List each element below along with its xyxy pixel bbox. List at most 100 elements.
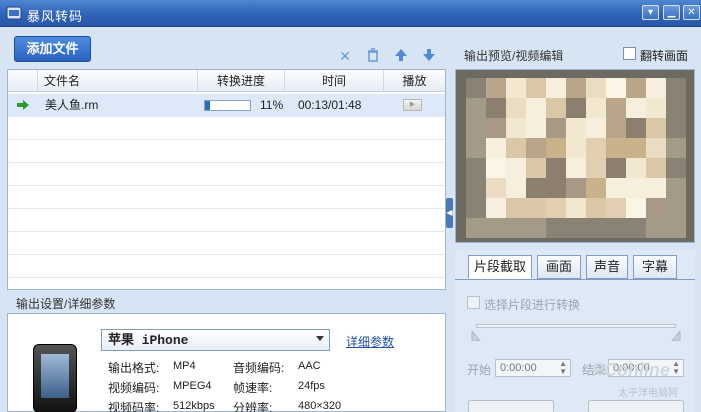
move-down-button[interactable] bbox=[421, 48, 437, 64]
detail-params-link[interactable]: 详细参数 bbox=[346, 333, 394, 350]
app-icon bbox=[6, 6, 22, 20]
param-label: 帧速率: bbox=[233, 381, 273, 395]
mosaic-tile bbox=[506, 178, 526, 198]
mosaic-tile bbox=[486, 218, 506, 238]
mosaic-tile bbox=[486, 138, 506, 158]
mosaic-tile bbox=[566, 98, 586, 118]
row-progress-label: 11% bbox=[260, 98, 284, 112]
output-settings-panel: 苹果 iPhone 详细参数 输出格式: MP4 音频编码: AAC 视频编码:… bbox=[7, 313, 446, 412]
mosaic-tile bbox=[506, 98, 526, 118]
row-progress-bar bbox=[204, 100, 251, 111]
mosaic-tile bbox=[466, 178, 486, 198]
param-value: 24fps bbox=[298, 380, 325, 392]
mosaic-tile bbox=[606, 198, 626, 218]
param-label: 视频编码: bbox=[108, 381, 160, 395]
empty-row bbox=[8, 209, 445, 232]
mosaic-tile bbox=[606, 178, 626, 198]
mosaic-tile bbox=[566, 138, 586, 158]
spinner-icon: ▲ ▼ bbox=[672, 359, 680, 376]
slider-left-handle[interactable] bbox=[471, 331, 481, 341]
mosaic-tile bbox=[666, 118, 686, 138]
close-icon: ✕ bbox=[339, 48, 351, 64]
mosaic-tile bbox=[506, 218, 526, 238]
tab-audio[interactable]: 声音 bbox=[586, 255, 628, 279]
window-title: 暴风转码 bbox=[27, 9, 84, 24]
mosaic-tile bbox=[526, 138, 546, 158]
mosaic-tile bbox=[586, 138, 606, 158]
minimize-button[interactable]: ▁ bbox=[663, 5, 680, 20]
device-select[interactable]: 苹果 iPhone bbox=[101, 329, 330, 351]
device-image bbox=[33, 344, 77, 412]
tab-segment[interactable]: 片段截取 bbox=[468, 255, 532, 279]
mosaic-tile bbox=[606, 218, 626, 238]
apply-all-button[interactable] bbox=[588, 400, 684, 412]
segment-checkbox-label: 选择片段进行转换 bbox=[484, 298, 581, 312]
mosaic-tile bbox=[466, 118, 486, 138]
mosaic-tile bbox=[646, 218, 666, 238]
param-value: MPEG4 bbox=[173, 380, 212, 392]
flip-label: 翻转画面 bbox=[640, 49, 689, 63]
mosaic-tile bbox=[546, 118, 566, 138]
mosaic-tile bbox=[646, 178, 666, 198]
mosaic-tile bbox=[526, 218, 546, 238]
table-row[interactable]: 美人鱼.rm 11% 00:13/01:48 ▶ bbox=[8, 94, 445, 117]
param-label: 音频编码: bbox=[233, 361, 285, 375]
flip-checkbox[interactable] bbox=[623, 47, 636, 60]
tab-subtitle[interactable]: 字幕 bbox=[633, 255, 677, 279]
device-brand: 苹果 bbox=[108, 332, 135, 347]
row-play-button[interactable]: ▶ bbox=[403, 99, 422, 111]
segment-slider[interactable] bbox=[471, 324, 681, 341]
mosaic-tile bbox=[546, 138, 566, 158]
empty-row bbox=[8, 163, 445, 186]
preview-segment-button[interactable] bbox=[468, 400, 554, 412]
output-settings-title: 输出设置/详细参数 bbox=[16, 297, 116, 311]
header-progress[interactable]: 转换进度 bbox=[197, 70, 284, 92]
mosaic-tile bbox=[646, 158, 666, 178]
empty-row bbox=[8, 140, 445, 163]
mosaic-tile bbox=[626, 138, 646, 158]
mosaic-tile bbox=[646, 78, 666, 98]
add-file-button[interactable]: 添加文件 bbox=[14, 36, 91, 62]
mosaic-tile bbox=[466, 138, 486, 158]
slider-right-handle[interactable] bbox=[671, 331, 681, 341]
mosaic-tile bbox=[546, 98, 566, 118]
mosaic-tile bbox=[666, 78, 686, 98]
header-time[interactable]: 时间 bbox=[284, 70, 383, 92]
mosaic-tile bbox=[646, 98, 666, 118]
mosaic-tile bbox=[666, 98, 686, 118]
video-frame-image bbox=[456, 70, 694, 242]
mosaic-tile bbox=[566, 178, 586, 198]
mosaic-tile bbox=[606, 138, 626, 158]
mosaic-tile bbox=[486, 158, 506, 178]
segment-checkbox[interactable] bbox=[467, 296, 480, 309]
panel-splitter[interactable]: ◀ bbox=[446, 198, 453, 228]
mosaic-tile bbox=[486, 78, 506, 98]
mosaic-tile bbox=[526, 178, 546, 198]
header-play[interactable]: 播放 bbox=[383, 70, 445, 92]
title-bar: 暴风转码 ▾ ▁ ✕ bbox=[0, 0, 701, 27]
minimize-icon: ▁ bbox=[667, 7, 676, 18]
param-label: 输出格式: bbox=[108, 361, 160, 375]
mosaic-tile bbox=[626, 198, 646, 218]
mosaic-tile bbox=[526, 98, 546, 118]
mosaic-tile bbox=[586, 198, 606, 218]
mosaic-tile bbox=[546, 158, 566, 178]
remove-file-button[interactable]: ✕ bbox=[337, 48, 353, 64]
header-filename[interactable]: 文件名 bbox=[37, 70, 197, 92]
mosaic-tile bbox=[466, 98, 486, 118]
mosaic-tile bbox=[506, 158, 526, 178]
start-time-input[interactable]: 0:00:00 ▲ ▼ bbox=[495, 359, 571, 377]
close-window-button[interactable]: ✕ bbox=[683, 5, 700, 20]
arrow-down-icon bbox=[423, 49, 435, 61]
param-value: 512kbps bbox=[173, 400, 215, 412]
delete-file-button[interactable] bbox=[365, 48, 381, 64]
file-list[interactable]: 文件名 转换进度 时间 播放 美人鱼.rm 11% 00:13/01:48 ▶ bbox=[7, 69, 446, 290]
device-screen bbox=[41, 354, 69, 398]
mosaic-tile bbox=[546, 178, 566, 198]
move-up-button[interactable] bbox=[393, 48, 409, 64]
mosaic-tile bbox=[586, 178, 606, 198]
row-time: 00:13/01:48 bbox=[298, 98, 362, 112]
mosaic-tile bbox=[506, 138, 526, 158]
tab-picture[interactable]: 画面 bbox=[537, 255, 581, 279]
menu-button[interactable]: ▾ bbox=[642, 5, 659, 20]
